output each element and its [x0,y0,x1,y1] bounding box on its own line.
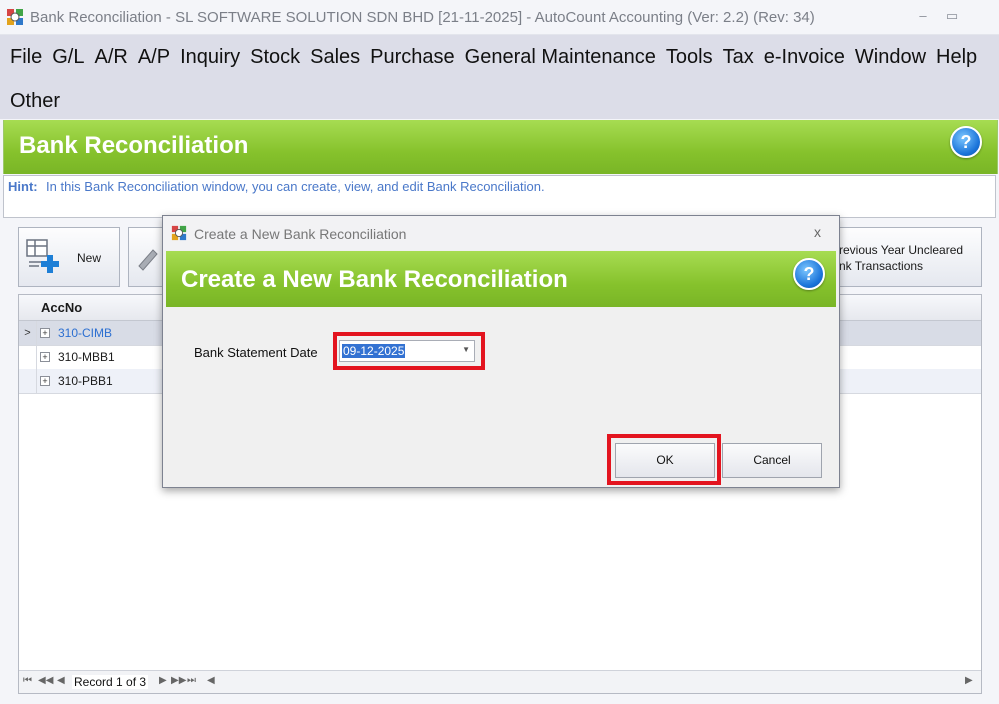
nav-prev-page-icon[interactable]: ◀◀ [38,675,53,686]
menu-other[interactable]: Other [0,90,65,113]
dialog-close-button[interactable]: x [814,224,821,240]
record-count: Record 1 of 3 [72,675,149,689]
menu-tools[interactable]: Tools [661,46,718,69]
autocount-app-icon [7,9,23,25]
cancel-button[interactable]: Cancel [722,443,822,478]
page-header: Bank Reconciliation ? [3,120,998,174]
previous-year-label-line1: revious Year Uncleared [839,243,964,257]
maximize-button[interactable]: ▭ [942,8,962,24]
bank-statement-date-label: Bank Statement Date [194,345,318,360]
menu-help[interactable]: Help [931,46,982,69]
menu-general-maintenance[interactable]: General Maintenance [460,46,661,69]
ok-button[interactable]: OK [615,443,715,478]
help-icon[interactable]: ? [950,126,982,158]
dialog-titlebar: Create a New Bank Reconciliation x [163,216,839,250]
scroll-left-icon[interactable]: ◀ [207,675,215,686]
menu-gl[interactable]: G/L [47,46,89,69]
row-accno: 310-CIMB [58,326,113,340]
minimize-button[interactable]: – [913,8,933,23]
row-indicator [19,369,37,393]
dialog-header: Create a New Bank Reconciliation ? [166,251,836,307]
menu-sales[interactable]: Sales [305,46,365,69]
hint-text: In this Bank Reconciliation window, you … [46,179,545,194]
new-button[interactable]: New [18,227,120,287]
record-navigator: ⏮ ◀◀ ◀ Record 1 of 3 ▶ ▶▶ ⏭ ◀ ▶ [19,670,981,693]
page-title: Bank Reconciliation [19,132,249,159]
autocount-app-icon [171,225,187,241]
window-title: Bank Reconciliation - SL SOFTWARE SOLUTI… [30,9,815,26]
menu-window[interactable]: Window [850,46,931,69]
expand-icon[interactable]: + [40,328,50,338]
nav-prev-icon[interactable]: ◀ [57,675,65,686]
menu-file[interactable]: File [0,46,47,69]
dialog-header-title: Create a New Bank Reconciliation [181,266,568,293]
menu-ap[interactable]: A/P [133,46,175,69]
edit-pencil-icon [138,249,158,271]
previous-year-label-line2: nk Transactions [839,259,924,273]
row-indicator [19,345,37,369]
chevron-down-icon[interactable]: ▼ [462,345,470,354]
nav-last-icon[interactable]: ⏭ [187,675,196,686]
nav-first-icon[interactable]: ⏮ [23,675,32,686]
bank-statement-date-input[interactable]: 09-12-2025 ▼ [339,340,475,362]
create-bank-reconciliation-dialog: Create a New Bank Reconciliation x Creat… [162,215,840,488]
menu-inquiry[interactable]: Inquiry [175,46,245,69]
row-indicator-icon: > [19,321,37,345]
new-button-label: New [77,251,102,265]
main-menubar: File G/L A/R A/P Inquiry Stock Sales Pur… [0,35,999,119]
expand-icon[interactable]: + [40,376,50,386]
scroll-right-icon[interactable]: ▶ [965,675,973,686]
hint-bar: Hint: In this Bank Reconciliation window… [3,175,996,218]
nav-next-icon[interactable]: ▶ [159,675,167,686]
menu-purchase[interactable]: Purchase [365,46,460,69]
menu-row-primary: File G/L A/R A/P Inquiry Stock Sales Pur… [0,37,982,77]
column-header-accno[interactable]: AccNo [41,300,82,315]
nav-next-page-icon[interactable]: ▶▶ [171,675,186,686]
dialog-title: Create a New Bank Reconciliation [194,226,407,242]
new-document-icon [26,239,59,273]
hint-label: Hint: [8,179,38,194]
menu-tax[interactable]: Tax [718,46,759,69]
row-accno: 310-PBB1 [58,374,113,388]
menu-stock[interactable]: Stock [245,46,305,69]
previous-year-uncleared-button[interactable]: revious Year Uncleared nk Transactions [830,227,982,287]
menu-row-secondary: Other [0,81,65,121]
edit-button[interactable] [128,227,164,287]
menu-einvoice[interactable]: e-Invoice [759,46,850,69]
dialog-help-icon[interactable]: ? [793,258,825,290]
expand-icon[interactable]: + [40,352,50,362]
menu-ar[interactable]: A/R [89,46,132,69]
window-titlebar: Bank Reconciliation - SL SOFTWARE SOLUTI… [0,0,999,35]
row-accno: 310-MBB1 [58,350,115,364]
date-value: 09-12-2025 [342,344,406,358]
